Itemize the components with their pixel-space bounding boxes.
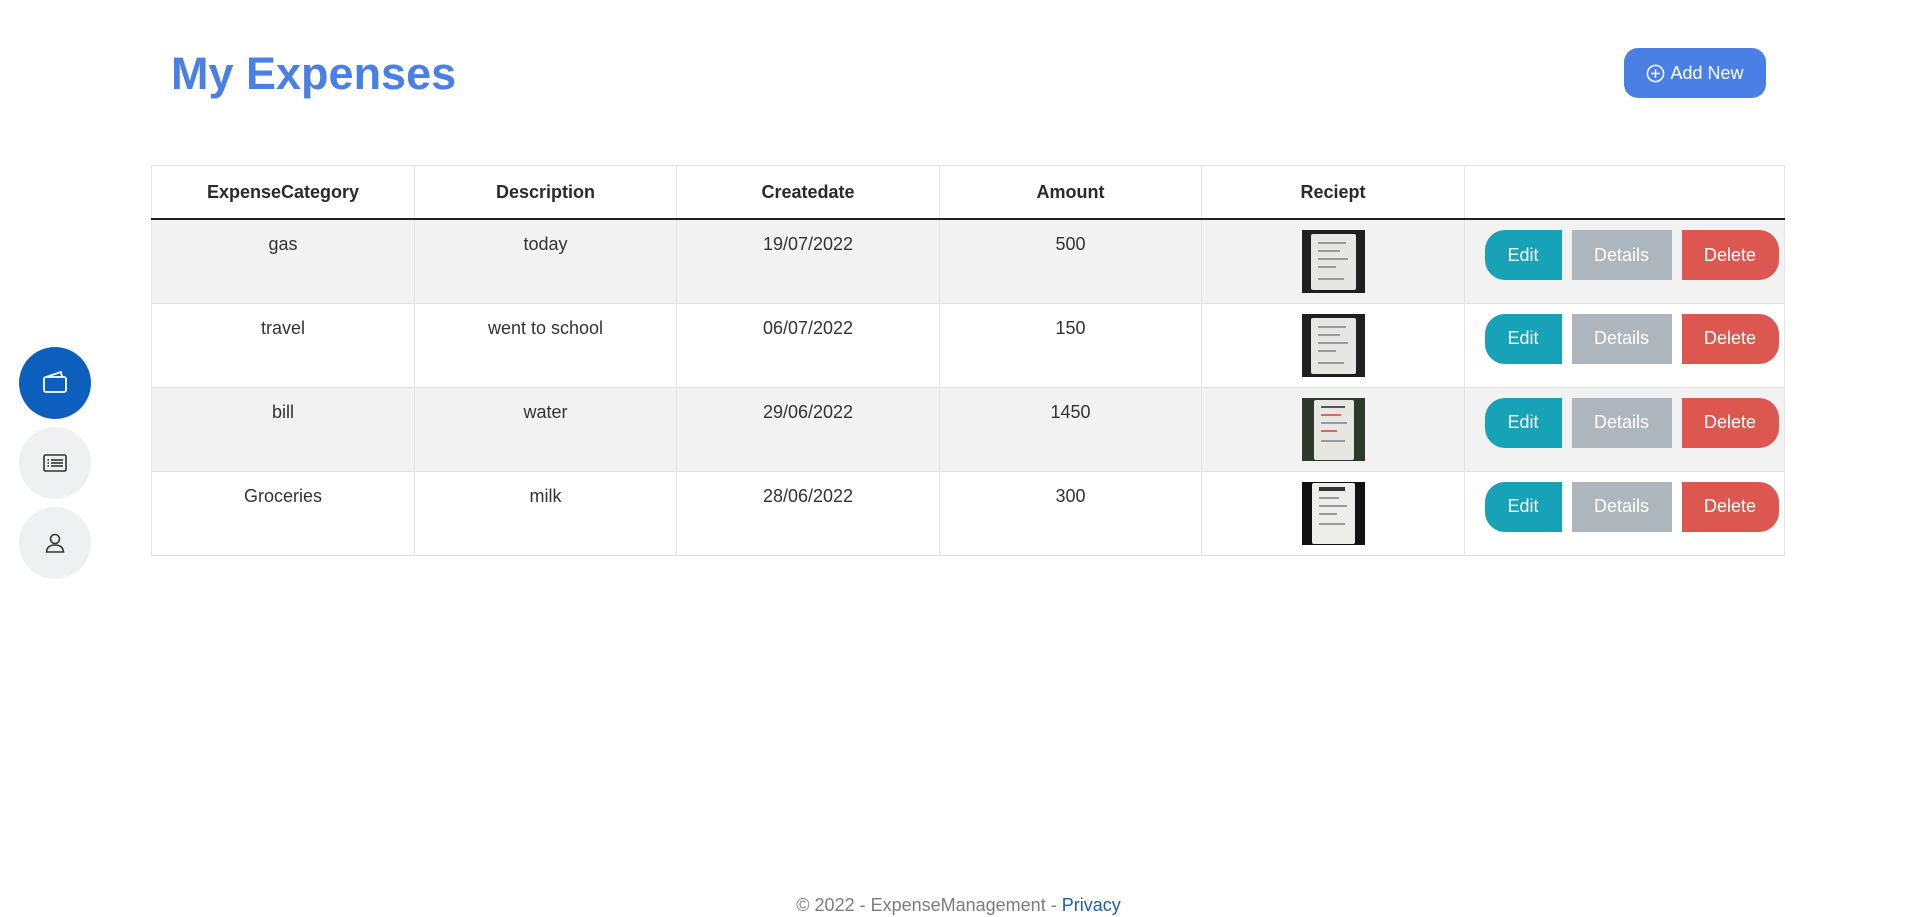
details-button[interactable]: Details <box>1571 313 1672 364</box>
table-row: bill water 29/06/2022 1450 Edit Details De… <box>151 386 1785 472</box>
cell-description: milk <box>414 470 677 556</box>
table-row: Groceries milk 28/06/2022 300 Edit Detail… <box>151 470 1785 556</box>
list-icon <box>43 454 67 472</box>
add-new-label: Add New <box>1670 62 1744 83</box>
cell-amount: 300 <box>939 470 1202 556</box>
edit-button[interactable]: Edit <box>1484 481 1562 532</box>
cell-actions: Edit Details Delete <box>1464 386 1785 472</box>
receipt-thumbnail <box>1301 230 1365 293</box>
cell-description: today <box>414 218 677 304</box>
plus-circle-icon <box>1647 64 1665 82</box>
edit-button[interactable]: Edit <box>1484 397 1562 448</box>
wallet-icon <box>43 370 67 393</box>
cell-createdate: 19/07/2022 <box>676 218 940 304</box>
edit-button[interactable]: Edit <box>1484 230 1562 280</box>
edit-button[interactable]: Edit <box>1484 313 1562 364</box>
footer: © 2022 - ExpenseManagement - Privacy <box>0 895 1917 916</box>
cell-actions: Edit Details Delete <box>1464 218 1785 304</box>
receipt-thumbnail <box>1301 313 1365 377</box>
cell-actions: Edit Details Delete <box>1464 302 1785 388</box>
cell-amount: 150 <box>939 302 1202 388</box>
column-header-amount: Amount <box>939 165 1202 220</box>
table-header-row: ExpenseCategory Description Createdate A… <box>151 165 1785 220</box>
table-row: travel went to school 06/07/2022 150 Edi… <box>151 302 1785 388</box>
nav-wallet-button[interactable] <box>19 347 91 419</box>
delete-button[interactable]: Delete <box>1681 313 1779 364</box>
details-button[interactable]: Details <box>1571 481 1672 532</box>
privacy-link[interactable]: Privacy <box>1062 895 1121 915</box>
cell-createdate: 29/06/2022 <box>676 386 940 472</box>
table-row: gas today 19/07/2022 500 Edit Details Dele… <box>151 218 1785 304</box>
cell-amount: 1450 <box>939 386 1202 472</box>
column-header-actions <box>1464 165 1785 220</box>
cell-createdate: 06/07/2022 <box>676 302 940 388</box>
footer-text: © 2022 - ExpenseManagement - <box>796 895 1062 915</box>
expenses-table: ExpenseCategory Description Createdate A… <box>151 165 1785 556</box>
column-header-receipt: Reciept <box>1201 165 1465 220</box>
receipt-thumbnail <box>1301 481 1365 545</box>
cell-category: bill <box>151 386 415 472</box>
cell-category: Groceries <box>151 470 415 556</box>
cell-receipt <box>1201 470 1465 556</box>
cell-receipt <box>1201 386 1465 472</box>
cell-createdate: 28/06/2022 <box>676 470 940 556</box>
details-button[interactable]: Details <box>1571 397 1672 448</box>
nav-user-button[interactable] <box>19 507 91 579</box>
receipt-thumbnail <box>1301 397 1365 461</box>
cell-actions: Edit Details Delete <box>1464 470 1785 556</box>
delete-button[interactable]: Delete <box>1681 481 1779 532</box>
page-title: My Expenses <box>171 48 457 99</box>
delete-button[interactable]: Delete <box>1681 230 1779 280</box>
column-header-description: Description <box>414 165 677 220</box>
column-header-createdate: Createdate <box>676 165 940 220</box>
delete-button[interactable]: Delete <box>1681 397 1779 448</box>
details-button[interactable]: Details <box>1571 230 1672 280</box>
side-nav <box>19 347 91 587</box>
cell-description: water <box>414 386 677 472</box>
cell-receipt <box>1201 218 1465 304</box>
cell-category: travel <box>151 302 415 388</box>
add-new-button[interactable]: Add New <box>1624 48 1766 98</box>
nav-list-button[interactable] <box>19 427 91 499</box>
user-icon <box>45 533 65 553</box>
column-header-category: ExpenseCategory <box>151 165 415 220</box>
cell-amount: 500 <box>939 218 1202 304</box>
cell-category: gas <box>151 218 415 304</box>
cell-description: went to school <box>414 302 677 388</box>
cell-receipt <box>1201 302 1465 388</box>
